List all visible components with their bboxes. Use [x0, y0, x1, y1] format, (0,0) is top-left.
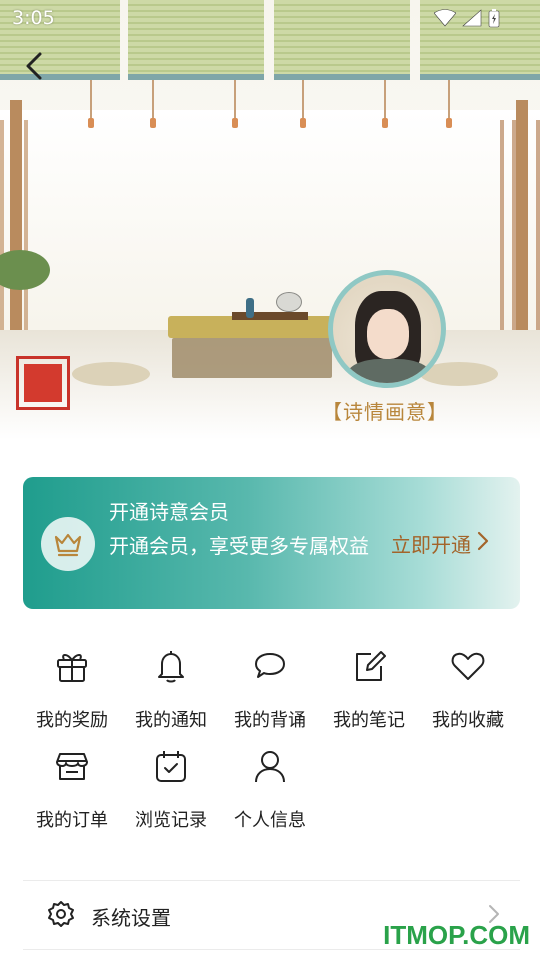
chevron-left-icon — [25, 51, 43, 85]
shortcut-profile-info[interactable]: 个人信息 — [220, 744, 320, 840]
tea-table-base — [172, 338, 332, 378]
battery-icon — [488, 8, 500, 28]
vip-description: 开通会员，享受更多专属权益 — [109, 534, 369, 558]
store-icon — [54, 748, 90, 784]
shortcut-favorites[interactable]: 我的收藏 — [418, 644, 518, 740]
shortcut-label: 我的订单 — [36, 810, 108, 831]
avatar[interactable] — [328, 270, 446, 388]
open-vip-label: 立即开通 — [391, 533, 471, 557]
shortcut-label: 我的背诵 — [234, 710, 306, 731]
red-seal-stamp — [16, 356, 70, 410]
floor-cushion — [72, 362, 150, 386]
pillar-right — [516, 100, 528, 340]
settings-label: 系统设置 — [91, 906, 171, 930]
open-vip-button[interactable]: 立即开通 — [391, 529, 489, 558]
signal-icon — [462, 9, 482, 27]
shortcut-rewards[interactable]: 我的奖励 — [22, 644, 122, 740]
gear-icon — [47, 900, 75, 928]
shortcut-label: 我的笔记 — [333, 710, 405, 731]
pillar-left — [10, 100, 22, 340]
status-icons — [434, 8, 500, 28]
vip-title: 开通诗意会员 — [109, 500, 229, 524]
vip-membership-card[interactable]: 开通诗意会员 开通会员，享受更多专属权益 立即开通 — [23, 477, 520, 609]
flower-vase — [246, 298, 254, 318]
edit-note-icon — [351, 648, 387, 684]
tea-tray — [232, 312, 308, 320]
status-bar: 3:05 — [0, 0, 540, 36]
wifi-icon — [434, 9, 456, 27]
shortcut-orders[interactable]: 我的订单 — [22, 744, 122, 840]
shortcut-label: 我的奖励 — [36, 710, 108, 731]
user-icon — [252, 748, 288, 784]
shortcut-recitations[interactable]: 我的背诵 — [220, 644, 320, 740]
chat-bubble-icon — [252, 648, 288, 684]
shortcut-history[interactable]: 浏览记录 — [121, 744, 221, 840]
shortcut-label: 我的通知 — [135, 710, 207, 731]
calendar-check-icon — [153, 748, 189, 784]
bell-icon — [153, 648, 189, 684]
gift-icon — [54, 648, 90, 684]
shortcut-notifications[interactable]: 我的通知 — [121, 644, 221, 740]
profile-title: 【诗情画意】 — [322, 400, 448, 424]
divider — [23, 880, 520, 881]
heart-icon — [450, 648, 486, 684]
status-time: 3:05 — [12, 7, 55, 29]
watermark: ITMOP.COM — [383, 920, 530, 950]
back-button[interactable] — [18, 50, 50, 86]
shortcut-label: 我的收藏 — [432, 710, 504, 731]
teapot — [276, 292, 302, 312]
shortcut-label: 浏览记录 — [135, 810, 207, 831]
crown-icon — [41, 517, 95, 571]
shortcut-notes[interactable]: 我的笔记 — [319, 644, 419, 740]
profile-header-illustration: 【诗情画意】 — [0, 0, 540, 440]
shortcut-label: 个人信息 — [234, 810, 306, 831]
chevron-right-icon — [477, 531, 489, 556]
